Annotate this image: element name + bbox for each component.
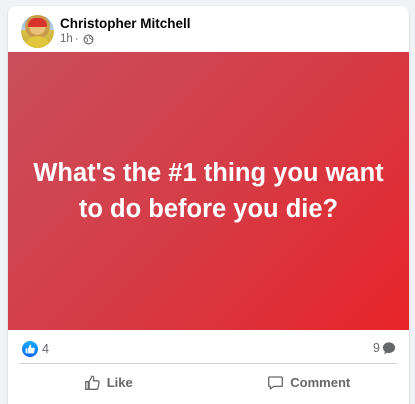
avatar-cap: [28, 18, 47, 27]
avatar-shirt: [25, 36, 50, 48]
comment-icon: [268, 375, 284, 390]
post-banner[interactable]: What's the #1 thing you want to do befor…: [8, 52, 409, 330]
author-name[interactable]: Christopher Mitchell: [60, 16, 191, 31]
like-button[interactable]: Like: [8, 365, 209, 399]
globe-icon[interactable]: [83, 33, 94, 45]
thumbs-up-icon: [84, 374, 100, 390]
comment-button-label: Comment: [290, 374, 351, 390]
post-text: What's the #1 thing you want to do befor…: [33, 159, 384, 223]
post-stats: 4 9: [8, 330, 409, 366]
comments-summary[interactable]: 9: [373, 341, 396, 355]
action-divider: [20, 363, 397, 364]
avatar[interactable]: [21, 15, 54, 48]
comment-count: 9: [373, 341, 380, 355]
post-header: Christopher Mitchell 1h ·: [8, 6, 409, 56]
comment-bubble-icon: [382, 342, 396, 355]
meta-separator: ·: [74, 33, 79, 45]
reactions-summary[interactable]: 4: [22, 341, 49, 357]
post-card: Christopher Mitchell 1h · What's the #1 …: [8, 6, 409, 404]
like-reaction-icon: [22, 341, 38, 357]
comment-button[interactable]: Comment: [209, 365, 410, 399]
post-meta: 1h ·: [60, 33, 94, 45]
like-button-label: Like: [106, 374, 133, 390]
reaction-count: 4: [42, 342, 49, 356]
post-actions: Like Comment: [8, 365, 409, 399]
post-time[interactable]: 1h: [60, 33, 73, 45]
